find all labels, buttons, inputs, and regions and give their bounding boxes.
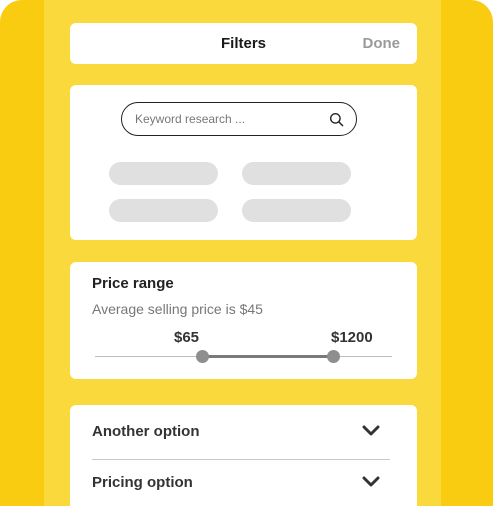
chevron-down-icon[interactable] xyxy=(362,476,380,488)
another-option-row[interactable]: Another option xyxy=(92,406,390,457)
options-card: Another option Pricing option xyxy=(70,405,417,506)
device-frame: Filters Done Price range Average selling… xyxy=(0,0,493,506)
filter-chip[interactable] xyxy=(109,162,218,185)
option-label: Another option xyxy=(92,423,200,440)
filter-chip[interactable] xyxy=(242,199,351,222)
price-range-subtitle: Average selling price is $45 xyxy=(92,301,263,317)
price-range-card: Price range Average selling price is $45… xyxy=(70,262,417,379)
search-input[interactable] xyxy=(135,103,315,135)
option-label: Pricing option xyxy=(92,474,193,491)
done-button[interactable]: Done xyxy=(363,23,401,64)
search-icon[interactable] xyxy=(329,112,344,127)
max-price-label: $1200 xyxy=(331,329,373,346)
filter-chip[interactable] xyxy=(242,162,351,185)
pricing-option-row[interactable]: Pricing option xyxy=(92,457,390,506)
slider-selected-range xyxy=(202,355,333,358)
min-price-label: $65 xyxy=(174,329,200,346)
filters-header: Filters Done xyxy=(70,23,417,64)
search-card xyxy=(70,85,417,240)
price-range-title: Price range xyxy=(92,275,174,292)
chevron-down-icon[interactable] xyxy=(362,425,380,437)
filter-chip[interactable] xyxy=(109,199,218,222)
search-box[interactable] xyxy=(121,102,357,136)
max-price-thumb[interactable] xyxy=(327,350,340,363)
min-price-thumb[interactable] xyxy=(196,350,209,363)
